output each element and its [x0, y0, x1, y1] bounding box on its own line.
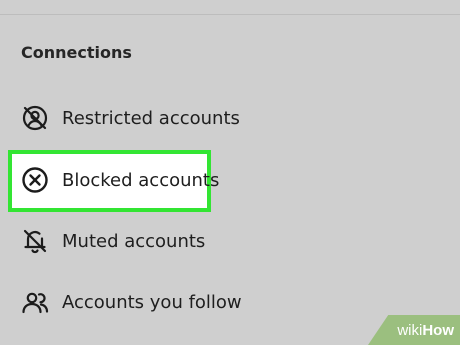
section-header-connections: Connections [21, 43, 132, 62]
blocked-x-circle-icon [20, 165, 50, 195]
restricted-icon [20, 103, 50, 133]
menu-item-label: Restricted accounts [62, 107, 240, 129]
watermark-wiki: wiki [397, 321, 423, 339]
menu-item-blocked-accounts[interactable]: Blocked accounts [0, 160, 460, 200]
muted-bell-icon [20, 226, 50, 256]
people-icon [20, 287, 50, 317]
menu-item-label: Accounts you follow [62, 291, 242, 313]
menu-item-restricted-accounts[interactable]: Restricted accounts [0, 98, 460, 138]
menu-item-muted-accounts[interactable]: Muted accounts [0, 221, 460, 261]
menu-item-label: Muted accounts [62, 230, 206, 252]
top-divider [0, 14, 460, 15]
menu-item-label: Blocked accounts [62, 169, 220, 191]
watermark-how: How [422, 321, 454, 339]
